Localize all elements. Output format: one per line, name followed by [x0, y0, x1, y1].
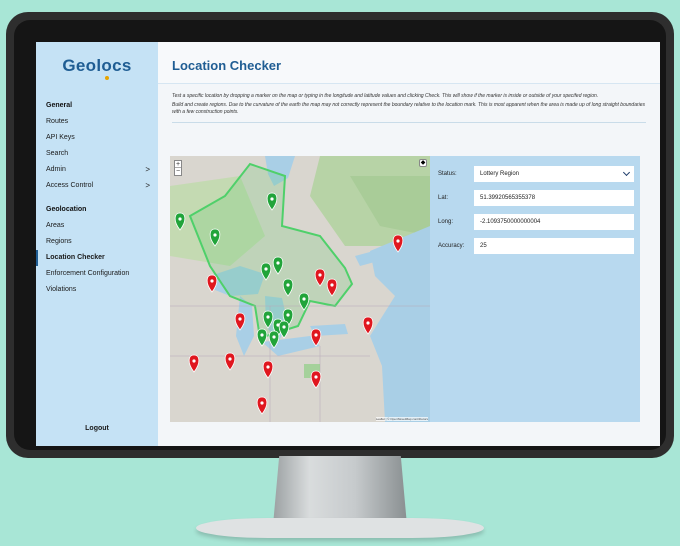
accuracy-row: Accuracy: 25	[438, 238, 634, 254]
lat-label: Lat:	[438, 195, 449, 201]
zoom-in-button[interactable]: +	[175, 161, 181, 168]
map-marker-dot	[213, 233, 217, 237]
chevron-right-icon: >	[145, 181, 150, 190]
status-label: Status:	[438, 171, 457, 177]
sidebar-item-api-keys[interactable]: API Keys	[36, 130, 158, 146]
pin-icon: o	[101, 56, 113, 80]
logout-button[interactable]: Logout	[36, 425, 158, 432]
sidebar: Geolocs General Routes API Keys Search A…	[36, 42, 158, 446]
map-marker-dot	[276, 261, 280, 265]
sidebar-item-regions[interactable]: Regions	[36, 234, 158, 250]
map-marker-dot	[282, 325, 286, 329]
nav-section-general: General	[46, 102, 73, 109]
map-marker-dot	[192, 359, 196, 363]
map-marker-dot	[210, 279, 214, 283]
map-marker-dot	[330, 283, 334, 287]
map-marker-dot	[286, 313, 290, 317]
checker-panel: + − ◆ Leaflet | © OpenStreetMap contribu…	[170, 156, 640, 422]
divider	[172, 122, 646, 123]
chevron-down-icon	[622, 168, 631, 177]
map-marker-dot	[270, 197, 274, 201]
sidebar-item-search[interactable]: Search	[36, 146, 158, 162]
app-screen: Geolocs General Routes API Keys Search A…	[36, 42, 660, 446]
map-marker-dot	[286, 283, 290, 287]
map-marker-dot	[228, 357, 232, 361]
map-marker-dot	[266, 365, 270, 369]
map-marker-dot	[266, 315, 270, 319]
sidebar-item-enforcement-configuration[interactable]: Enforcement Configuration	[36, 266, 158, 282]
long-input[interactable]: -2.1093750000000004	[474, 214, 634, 230]
map-canvas[interactable]	[170, 156, 430, 422]
map-marker-dot	[318, 273, 322, 277]
zoom-control: + −	[174, 160, 182, 176]
map-marker-dot	[272, 335, 276, 339]
page-header: Location Checker	[158, 42, 660, 84]
accuracy-label: Accuracy:	[438, 243, 465, 249]
map-marker-dot	[302, 297, 306, 301]
status-row: Status: Lottery Region	[438, 166, 634, 182]
sidebar-item-admin[interactable]: Admin >	[36, 162, 158, 178]
map-attribution: Leaflet | © OpenStreetMap contributors	[375, 417, 428, 421]
lat-row: Lat: 51.39920565355378	[438, 190, 634, 206]
map-marker-dot	[396, 239, 400, 243]
sidebar-item-areas[interactable]: Areas	[36, 218, 158, 234]
sidebar-item-violations[interactable]: Violations	[36, 282, 158, 298]
monitor-frame: Geolocs General Routes API Keys Search A…	[6, 12, 674, 458]
location-form: Status: Lottery Region Lat: 51.399205653…	[438, 166, 634, 262]
map-view[interactable]: + − ◆ Leaflet | © OpenStreetMap contribu…	[170, 156, 430, 422]
map-marker-dot	[366, 321, 370, 325]
map-marker-dot	[314, 375, 318, 379]
zoom-out-button[interactable]: −	[175, 168, 181, 175]
description-paragraph-1: Test a specific location by dropping a m…	[172, 93, 599, 99]
app-logo: Geolocs	[62, 56, 132, 80]
monitor-bezel: Geolocs General Routes API Keys Search A…	[14, 20, 666, 450]
main-content: Location Checker Test a specific locatio…	[158, 42, 660, 446]
sidebar-item-location-checker[interactable]: Location Checker	[36, 250, 158, 266]
description-paragraph-2: Build and create regions. Due to the cur…	[172, 102, 646, 115]
monitor-base	[196, 518, 484, 538]
accuracy-input[interactable]: 25	[474, 238, 634, 254]
map-marker-dot	[178, 217, 182, 221]
long-label: Long:	[438, 219, 454, 225]
map-marker-dot	[264, 267, 268, 271]
layers-icon[interactable]: ◆	[419, 159, 427, 167]
status-select[interactable]: Lottery Region	[474, 166, 634, 182]
map-marker-dot	[314, 333, 318, 337]
page-description: Test a specific location by dropping a m…	[158, 84, 660, 116]
sidebar-item-routes[interactable]: Routes	[36, 114, 158, 130]
nav-section-geolocation: Geolocation	[46, 206, 87, 213]
map-marker-dot	[238, 317, 242, 321]
page-title: Location Checker	[172, 58, 282, 73]
long-row: Long: -2.1093750000000004	[438, 214, 634, 230]
chevron-right-icon: >	[145, 165, 150, 174]
monitor-stand	[273, 456, 407, 524]
sidebar-item-access-control[interactable]: Access Control >	[36, 178, 158, 194]
map-marker-dot	[260, 401, 264, 405]
lat-input[interactable]: 51.39920565355378	[474, 190, 634, 206]
map-marker-dot	[260, 333, 264, 337]
